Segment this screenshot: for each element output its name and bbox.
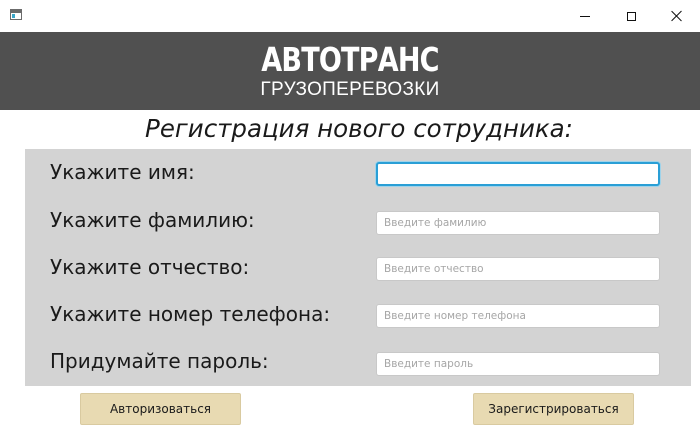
- login-button[interactable]: Авторизоваться: [80, 393, 241, 425]
- phone-field[interactable]: [376, 304, 660, 328]
- app-icon: [10, 9, 22, 20]
- first-name-label: Укажите имя:: [50, 160, 195, 184]
- header-banner: АВТОТРАНС ГРУЗОПЕРЕВОЗКИ: [0, 32, 700, 110]
- last-name-field[interactable]: [376, 211, 660, 235]
- brand-title: АВТОТРАНС: [261, 40, 439, 79]
- last-name-label: Укажите фамилию:: [50, 208, 255, 232]
- app-window: АВТОТРАНС ГРУЗОПЕРЕВОЗКИ Регистрация нов…: [0, 0, 700, 431]
- title-bar[interactable]: [0, 0, 700, 32]
- patronymic-field[interactable]: [376, 257, 660, 281]
- password-label: Придумайте пароль:: [50, 349, 269, 373]
- minimize-button[interactable]: [562, 0, 608, 32]
- brand-subtitle: ГРУЗОПЕРЕВОЗКИ: [260, 79, 440, 100]
- register-button[interactable]: Зарегистрироваться: [473, 393, 634, 425]
- close-button[interactable]: [654, 0, 700, 32]
- first-name-field[interactable]: [376, 162, 660, 186]
- maximize-button[interactable]: [608, 0, 654, 32]
- password-field[interactable]: [376, 352, 660, 376]
- minimize-icon: [580, 15, 590, 17]
- maximize-icon: [626, 11, 636, 21]
- close-icon: [671, 10, 683, 22]
- page-title: Регистрация нового сотрудника:: [145, 114, 573, 143]
- patronymic-label: Укажите отчество:: [50, 255, 250, 279]
- phone-label: Укажите номер телефона:: [50, 302, 331, 326]
